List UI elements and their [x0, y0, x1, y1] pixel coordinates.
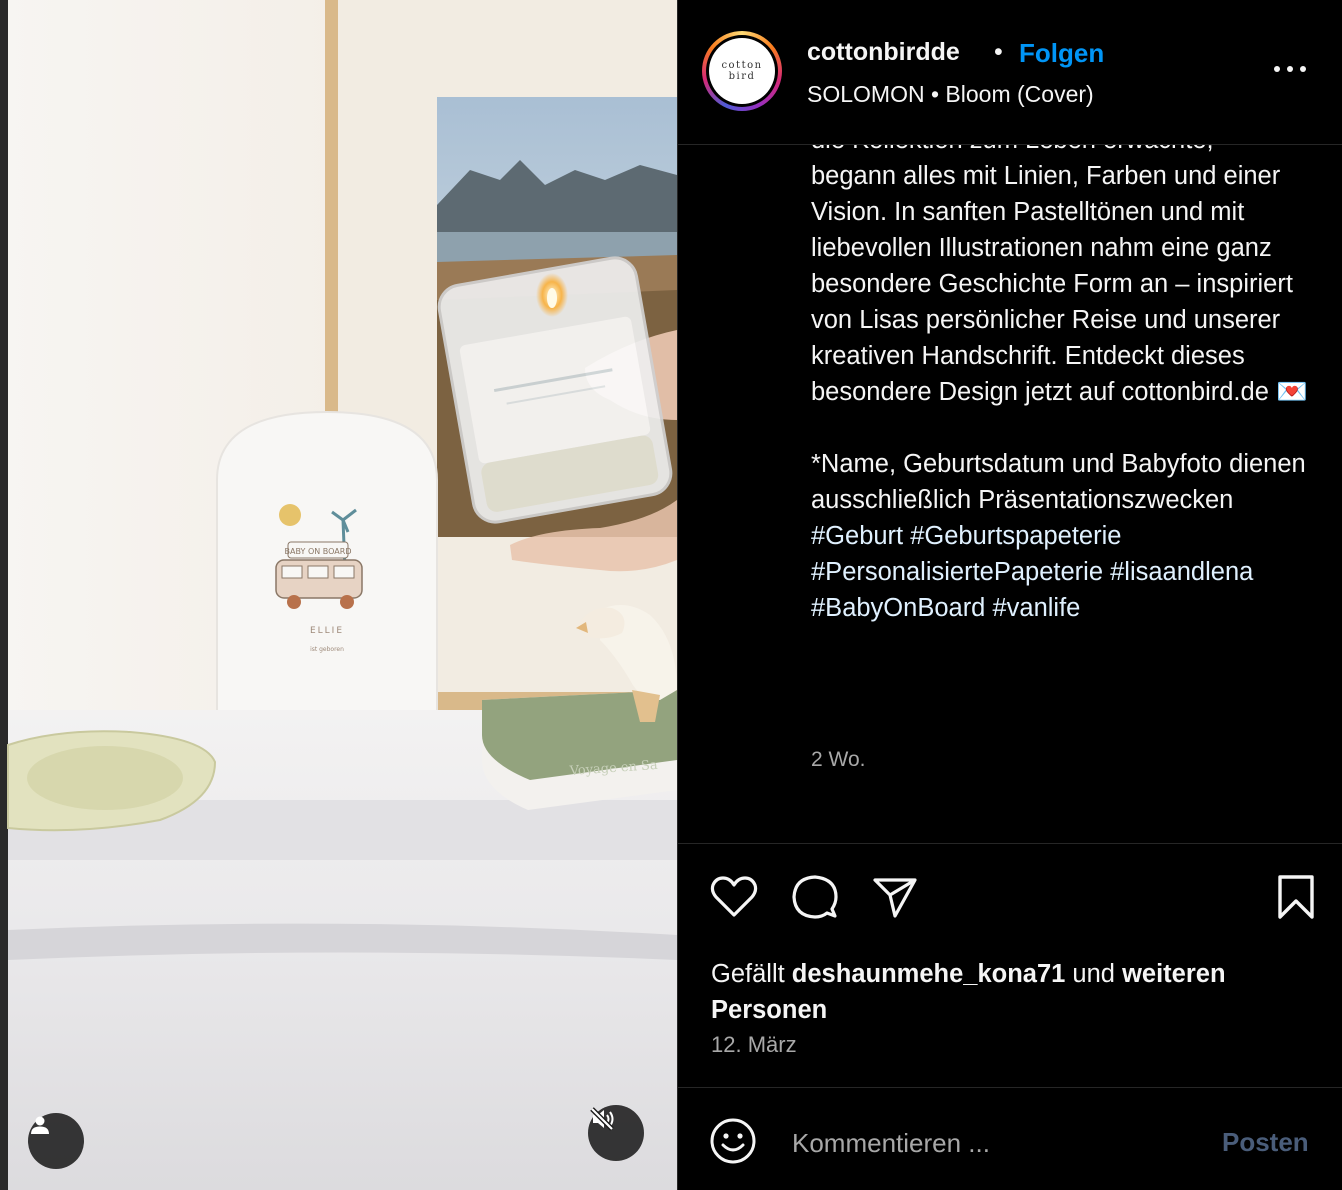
- bookmark-icon: [1278, 875, 1314, 919]
- follow-button[interactable]: Folgen: [1019, 38, 1104, 69]
- user-tag-button[interactable]: [28, 1113, 84, 1169]
- hashtag-link[interactable]: #lisaandlena: [1110, 558, 1253, 586]
- dot-icon: [1274, 66, 1280, 72]
- like-button[interactable]: [710, 873, 758, 921]
- hashtag-link[interactable]: #vanlife: [992, 594, 1080, 622]
- audio-separator: •: [930, 81, 940, 107]
- likes-prefix: Gefällt: [711, 960, 785, 988]
- post-comment-button[interactable]: Posten: [1222, 1127, 1309, 1158]
- comment-input[interactable]: [790, 1122, 1194, 1164]
- hashtag-link[interactable]: #Geburtspapeterie: [910, 522, 1121, 550]
- username-link[interactable]: cottonbirdde: [807, 38, 960, 67]
- audio-track[interactable]: Bloom (Cover): [945, 81, 1093, 107]
- comment-button[interactable]: [791, 873, 839, 921]
- divider: [678, 1087, 1342, 1088]
- caption-hashtags: #Geburt #Geburtspapeterie #Personalisier…: [811, 518, 1311, 626]
- card-name-text: ELLIE: [310, 626, 344, 636]
- liked-by-user-link[interactable]: deshaunmehe_kona71: [792, 960, 1066, 988]
- user-icon: [31, 1116, 49, 1134]
- save-button[interactable]: [1272, 873, 1320, 921]
- header-separator: •: [994, 38, 1003, 66]
- avatar-story-ring[interactable]: cotton bird: [702, 31, 782, 111]
- likes-middle: und: [1072, 960, 1115, 988]
- speaker-muted-icon: [590, 1107, 614, 1131]
- card-sub-text: ist geboren: [310, 646, 344, 653]
- caption-text: begann alles mit Linien, Farben und eine…: [811, 162, 1308, 406]
- photo-illustration: BABY ON BOARD ELLIE ist geboren Voyage e…: [0, 0, 677, 1190]
- caption-note: *Name, Geburtsdatum und Babyfoto dienen …: [811, 450, 1306, 514]
- avatar-text-line2: bird: [728, 71, 756, 82]
- hashtag-link[interactable]: #PersonalisiertePapeterie: [811, 558, 1103, 586]
- caption-scroll-area[interactable]: die Kollektion zum Leben erwachte, began…: [678, 96, 1342, 844]
- comment-icon: [792, 875, 838, 919]
- smiley-icon: [710, 1118, 756, 1164]
- paper-plane-icon: [873, 878, 917, 918]
- emoji-button[interactable]: [709, 1117, 757, 1165]
- card-van-text: BABY ON BOARD: [285, 547, 352, 556]
- dot-icon: [1287, 66, 1293, 72]
- post-date[interactable]: 12. März: [711, 1032, 797, 1058]
- hashtag-link[interactable]: #Geburt: [811, 522, 903, 550]
- caption: die Kollektion zum Leben erwachte, began…: [811, 122, 1311, 626]
- likes-summary: Gefällt deshaunmehe_kona71 und weiteren …: [711, 956, 1311, 1028]
- dot-icon: [1300, 66, 1306, 72]
- audio-attribution[interactable]: SOLOMON • Bloom (Cover): [807, 81, 1094, 108]
- caption-time-ago[interactable]: 2 Wo.: [811, 748, 865, 772]
- mute-button[interactable]: [588, 1105, 644, 1161]
- avatar-text-line1: cotton: [721, 60, 763, 71]
- heart-icon: [710, 876, 758, 917]
- hashtag-link[interactable]: #BabyOnBoard: [811, 594, 985, 622]
- post-header: cotton bird cottonbirdde • Folgen SOLOMO…: [678, 0, 1342, 145]
- avatar[interactable]: cotton bird: [709, 38, 775, 104]
- audio-artist[interactable]: SOLOMON: [807, 81, 925, 107]
- post-media[interactable]: BABY ON BOARD ELLIE ist geboren Voyage e…: [0, 0, 677, 1190]
- post-details-panel: cotton bird cottonbirdde • Folgen SOLOMO…: [677, 0, 1342, 1190]
- share-button[interactable]: [871, 873, 919, 921]
- more-options-button[interactable]: [1274, 66, 1308, 78]
